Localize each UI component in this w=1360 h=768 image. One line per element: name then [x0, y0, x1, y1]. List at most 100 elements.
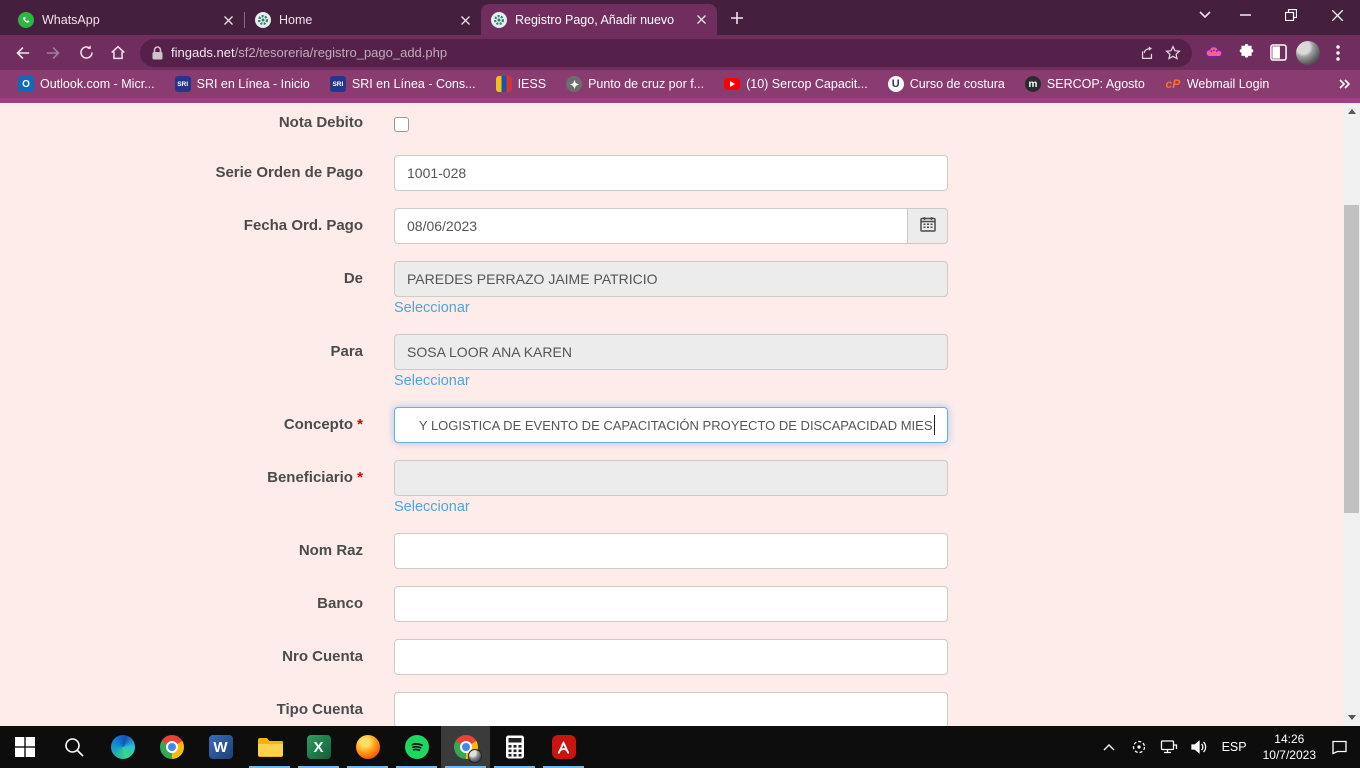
form-row: Tipo Cuenta: [0, 692, 1360, 726]
bookmark-star-icon[interactable]: [1160, 40, 1186, 66]
field-label: Banco: [0, 586, 363, 622]
network-icon[interactable]: [1154, 726, 1184, 768]
tab-close-icon[interactable]: [220, 12, 236, 28]
form-row: Fecha Ord. Pago08/06/2023: [0, 208, 1360, 244]
seleccionar-link[interactable]: Seleccionar: [394, 499, 470, 515]
reload-icon[interactable]: [72, 39, 100, 67]
form-row: ParaSOSA LOOR ANA KARENSeleccionar: [0, 334, 1360, 390]
taskbar-chrome-profile-icon[interactable]: [441, 726, 490, 768]
field-label: Tipo Cuenta: [0, 692, 363, 726]
extension-pin-icon[interactable]: [1200, 39, 1228, 67]
bookmark-item[interactable]: cPWebmail Login: [1157, 73, 1277, 95]
bookmark-item[interactable]: IESS: [488, 73, 555, 95]
bookmark-item[interactable]: SRISRI en Línea - Inicio: [167, 73, 318, 95]
tab-title: Home: [279, 13, 449, 27]
side-panel-icon[interactable]: [1264, 39, 1292, 67]
address-bar[interactable]: fingads.net/sf2/tesoreria/registro_pago_…: [140, 39, 1192, 67]
browser-tab[interactable]: WhatsApp: [8, 5, 244, 35]
browser-titlebar: WhatsApp Home Registro Pago, Añadir nuevo: [0, 0, 1360, 35]
notification-center-icon[interactable]: [1324, 726, 1354, 768]
tab-close-icon[interactable]: [457, 12, 473, 28]
calendar-button[interactable]: [908, 208, 948, 244]
fingads-favicon: [491, 12, 507, 28]
profile-avatar[interactable]: [1296, 41, 1320, 65]
bookmark-item[interactable]: SRISRI en Línea - Cons...: [322, 73, 484, 95]
language-indicator[interactable]: ESP: [1214, 740, 1255, 754]
tray-chevron-up-icon[interactable]: [1094, 726, 1124, 768]
bookmark-item[interactable]: (10) Sercop Capacit...: [716, 73, 876, 95]
window-controls: [1188, 0, 1360, 30]
bookmarks-list: OOutlook.com - Micr...SRISRI en Línea - …: [10, 73, 1277, 95]
taskbar-firefox-icon[interactable]: [343, 726, 392, 768]
text-input[interactable]: PAREDES PERRAZO JAIME PATRICIO: [394, 261, 948, 297]
taskbar-acrobat-icon[interactable]: [539, 726, 588, 768]
taskbar-edge-icon[interactable]: [98, 726, 147, 768]
back-icon[interactable]: [8, 39, 36, 67]
text-input[interactable]: [394, 639, 948, 675]
bookmark-item[interactable]: mSERCOP: Agosto: [1017, 73, 1153, 95]
volume-icon[interactable]: [1184, 726, 1214, 768]
close-window-button[interactable]: [1314, 0, 1360, 30]
browser-tab[interactable]: Home: [245, 5, 481, 35]
seleccionar-link[interactable]: Seleccionar: [394, 373, 470, 389]
windows-taskbar: W X ESP 14:26 10/7/2023: [0, 726, 1360, 768]
forward-icon[interactable]: [40, 39, 68, 67]
text-input[interactable]: [394, 692, 948, 726]
restore-button[interactable]: [1268, 0, 1314, 30]
fingads-favicon: [255, 12, 271, 28]
nota-debito-checkbox[interactable]: [394, 117, 409, 132]
taskbar-word-icon[interactable]: W: [196, 726, 245, 768]
taskbar-profile-badge: [468, 749, 482, 763]
home-icon[interactable]: [104, 39, 132, 67]
share-icon[interactable]: [1134, 40, 1160, 66]
bookmark-item[interactable]: UCurso de costura: [880, 73, 1013, 95]
lock-icon: [152, 46, 163, 60]
tab-close-icon[interactable]: [693, 12, 709, 28]
taskbar-spotify-icon[interactable]: [392, 726, 441, 768]
text-input[interactable]: [394, 586, 948, 622]
text-caret: [934, 415, 936, 435]
scrollbar-down-icon[interactable]: [1343, 709, 1360, 726]
seleccionar-link[interactable]: Seleccionar: [394, 300, 470, 316]
taskbar-explorer-icon[interactable]: [245, 726, 294, 768]
browser-tab[interactable]: Registro Pago, Añadir nuevo: [481, 4, 717, 35]
minimize-button[interactable]: [1222, 0, 1268, 30]
taskbar-excel-icon[interactable]: X: [294, 726, 343, 768]
scrollbar-up-icon[interactable]: [1343, 103, 1360, 120]
form-row: Nota Debito: [0, 108, 1360, 138]
text-input[interactable]: Y LOGISTICA DE EVENTO DE CAPACITACIÓN PR…: [394, 407, 948, 443]
text-input[interactable]: 08/06/2023: [394, 208, 908, 244]
sri-favicon: SRI: [175, 76, 191, 92]
text-input[interactable]: SOSA LOOR ANA KAREN: [394, 334, 948, 370]
text-input[interactable]: [394, 460, 948, 496]
new-tab-button[interactable]: [723, 4, 751, 32]
taskbar-chrome-icon[interactable]: [147, 726, 196, 768]
bookmark-item[interactable]: OOutlook.com - Micr...: [10, 73, 163, 95]
extensions-puzzle-icon[interactable]: [1232, 39, 1260, 67]
required-asterisk: *: [357, 416, 363, 433]
iess-favicon: [496, 76, 512, 92]
bookmarks-overflow-icon[interactable]: [1338, 79, 1350, 89]
page-scrollbar[interactable]: [1343, 103, 1360, 726]
taskbar-start-icon[interactable]: [0, 726, 49, 768]
tray-app-icon[interactable]: [1124, 726, 1154, 768]
taskbar-search-icon[interactable]: [49, 726, 98, 768]
field-label: Concepto *: [0, 407, 363, 443]
form-row: Nro Cuenta: [0, 639, 1360, 675]
scrollbar-thumb[interactable]: [1344, 205, 1359, 513]
moodle-favicon: m: [1025, 76, 1041, 92]
browser-menu-icon[interactable]: [1324, 39, 1352, 67]
bookmark-label: IESS: [518, 77, 547, 91]
tab-title: Registro Pago, Añadir nuevo: [515, 13, 685, 27]
page-content: Nota DebitoSerie Orden de Pago1001-028Fe…: [0, 98, 1360, 726]
bookmark-label: Curso de costura: [910, 77, 1005, 91]
browser-toolbar: fingads.net/sf2/tesoreria/registro_pago_…: [0, 35, 1360, 70]
tab-strip: WhatsApp Home Registro Pago, Añadir nuevo: [0, 0, 717, 35]
text-input[interactable]: 1001-028: [394, 155, 948, 191]
field-label: Beneficiario *: [0, 460, 363, 516]
tab-search-icon[interactable]: [1188, 0, 1222, 30]
taskbar-calculator-icon[interactable]: [490, 726, 539, 768]
bookmark-item[interactable]: Punto de cruz por f...: [558, 73, 712, 95]
text-input[interactable]: [394, 533, 948, 569]
clock[interactable]: 14:26 10/7/2023: [1255, 731, 1324, 763]
